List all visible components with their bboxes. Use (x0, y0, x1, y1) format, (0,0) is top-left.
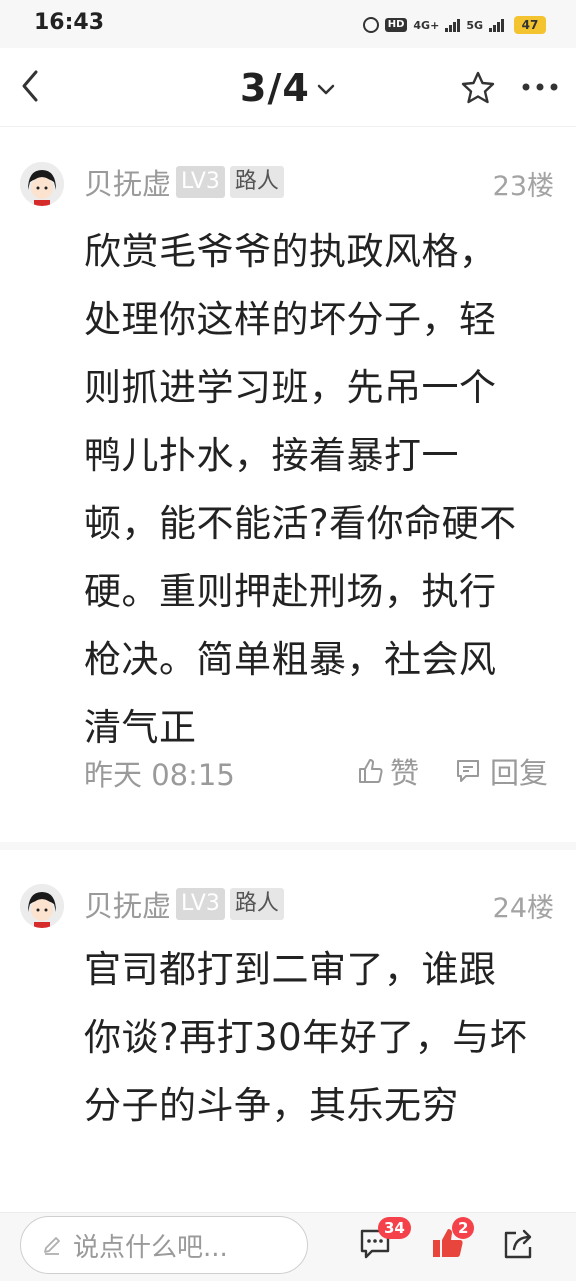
comment-time: 昨天 08:15 (84, 758, 235, 792)
like-button[interactable]: 赞 (356, 750, 419, 792)
star-icon (461, 71, 495, 104)
role-badge: 路人 (229, 166, 284, 198)
bottom-bar: 说点什么吧... 34 2 (0, 1212, 576, 1281)
avatar-icon (20, 884, 64, 928)
signal-icon-2 (489, 18, 504, 32)
level-badge: LV3 (176, 166, 225, 198)
floor-number: 23楼 (492, 171, 554, 202)
network-5g-label: 5G (466, 18, 483, 32)
chevron-down-icon (317, 84, 335, 95)
author-row: 贝抚虚 LV3 路人 (84, 160, 284, 204)
comments-button[interactable]: 34 (358, 1217, 411, 1265)
reply-button[interactable]: 回复 (454, 750, 548, 792)
avatar[interactable] (20, 884, 64, 928)
thumbs-up-icon (359, 759, 383, 783)
page-selector[interactable]: 3/4 (240, 66, 336, 110)
status-icons: HD 4G+ 5G 47 (362, 12, 546, 38)
reply-icon (457, 760, 479, 782)
comment-item: 贝抚虚 LV3 路人 24楼 官司都打到二审了，谁跟你谈?再打30年好了，与坏分… (0, 852, 576, 1212)
share-icon (504, 1229, 532, 1259)
pencil-icon (44, 1237, 60, 1255)
reply-label: 回复 (490, 756, 549, 790)
status-bar: 16:43 HD 4G+ 5G 47 (0, 0, 576, 48)
divider (0, 842, 576, 850)
like-label: 赞 (390, 756, 420, 790)
back-button[interactable] (14, 66, 50, 106)
input-placeholder: 说点什么吧... (73, 1232, 228, 1263)
avatar[interactable] (20, 162, 64, 206)
comment-text: 官司都打到二审了，谁跟你谈?再打30年好了，与坏分子的斗争，其乐无穷 (84, 948, 528, 1127)
more-button[interactable] (518, 72, 562, 102)
more-icon (522, 83, 558, 91)
role-badge: 路人 (229, 888, 284, 920)
likes-button[interactable]: 2 (430, 1217, 475, 1265)
avatar-icon (20, 162, 64, 206)
comment-input[interactable]: 说点什么吧... (20, 1216, 308, 1274)
back-icon (22, 70, 38, 102)
floor-number: 24楼 (492, 893, 554, 924)
author-name[interactable]: 贝抚虚 (84, 883, 171, 925)
favorite-button[interactable] (460, 70, 496, 106)
comments-count-badge: 34 (378, 1217, 411, 1239)
author-name[interactable]: 贝抚虚 (84, 161, 171, 203)
battery-icon: 47 (514, 16, 546, 34)
level-badge: LV3 (176, 888, 225, 920)
signal-icon (445, 18, 461, 32)
nav-bar: 3/4 (0, 48, 576, 127)
comment-item: 贝抚虚 LV3 路人 23楼 欣赏毛爷爷的执政风格，处理你这样的坏分子，轻则抓进… (0, 130, 576, 842)
comment-actions: 昨天 08:15 赞 回复 (84, 748, 556, 792)
author-row: 贝抚虚 LV3 路人 (84, 882, 284, 926)
alarm-icon (362, 17, 379, 33)
status-time: 16:43 (34, 10, 105, 35)
page-indicator: 3/4 (240, 66, 310, 110)
likes-count-badge: 2 (452, 1217, 475, 1239)
network-4g-label: 4G+ (413, 18, 440, 32)
hd-icon: HD (384, 18, 408, 32)
share-button[interactable] (500, 1227, 536, 1263)
comment-text: 欣赏毛爷爷的执政风格，处理你这样的坏分子，轻则抓进学习班，先吊一个鸭儿扑水，接着… (84, 230, 517, 749)
